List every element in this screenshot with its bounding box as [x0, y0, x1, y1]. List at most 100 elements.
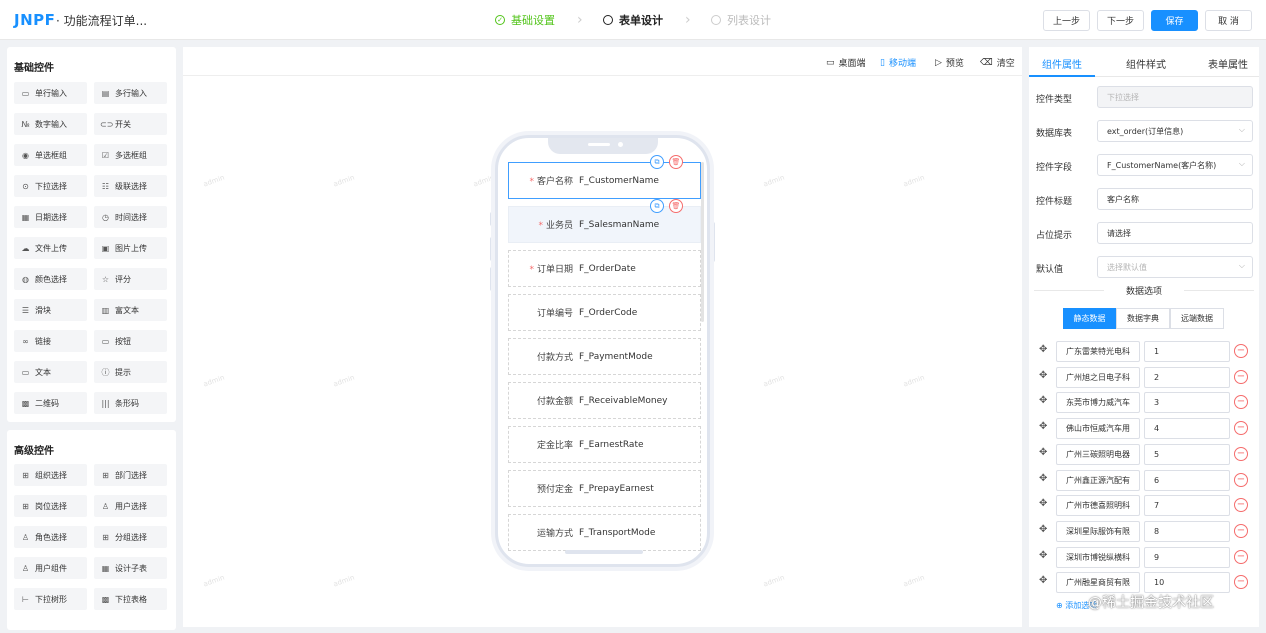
option-value-input[interactable]: 5 [1144, 443, 1230, 465]
data-dictionary-button[interactable]: 数据字典 [1116, 308, 1170, 329]
widget-button[interactable]: ▣ 图片上传 [94, 237, 167, 259]
widget-button[interactable]: ⊞ 岗位选择 [14, 495, 87, 517]
widget-button[interactable]: ▦ 设计子表 [94, 557, 167, 579]
form-field-row[interactable]: 预付定金 F_PrepayEarnest [508, 470, 701, 507]
save-button[interactable]: 保存 [1151, 10, 1198, 31]
widget-button[interactable]: ♙ 用户选择 [94, 495, 167, 517]
widget-button[interactable]: ☑ 多选框组 [94, 144, 167, 166]
static-data-button[interactable]: 静态数据 [1063, 308, 1116, 329]
drag-handle-icon[interactable]: ✥ [1039, 498, 1047, 509]
form-field-row[interactable]: 运输方式 F_TransportMode [508, 514, 701, 551]
remove-option-icon[interactable]: − [1234, 395, 1248, 410]
clear-button[interactable]: ⌫ 清空 [980, 56, 1015, 70]
widget-button[interactable]: ☷ 级联选择 [94, 175, 167, 197]
remote-data-button[interactable]: 远端数据 [1170, 308, 1224, 329]
option-value-input[interactable]: 6 [1144, 469, 1230, 491]
option-value-input[interactable]: 2 [1144, 366, 1230, 388]
widget-button[interactable]: ⊢ 下拉树形 [14, 588, 87, 610]
prop-input[interactable]: ext_order(订单信息) ⌵ [1097, 120, 1253, 142]
widget-button[interactable]: № 数字输入 [14, 113, 87, 135]
option-label-input[interactable]: 佛山市恒威汽车用 [1056, 418, 1140, 440]
prop-input[interactable]: 选择默认值 ⌵ [1097, 256, 1253, 278]
option-value-input[interactable]: 7 [1144, 495, 1230, 517]
prop-input[interactable]: 请选择 [1097, 222, 1253, 244]
widget-button[interactable]: ◉ 单选框组 [14, 144, 87, 166]
widget-button[interactable]: ▤ 多行输入 [94, 82, 167, 104]
remove-option-icon[interactable]: − [1234, 421, 1248, 436]
widget-button[interactable]: ▦ 日期选择 [14, 206, 87, 228]
remove-option-icon[interactable]: − [1234, 446, 1248, 461]
next-step-button[interactable]: 下一步 [1097, 10, 1144, 31]
drag-handle-icon[interactable]: ✥ [1039, 550, 1047, 561]
option-value-input[interactable]: 10 [1144, 572, 1230, 594]
widget-button[interactable]: ▭ 文本 [14, 361, 87, 383]
copy-icon[interactable]: ⧉ [650, 155, 664, 169]
widget-button[interactable]: ⊞ 分组选择 [94, 526, 167, 548]
widget-button[interactable]: ▭ 按钮 [94, 330, 167, 352]
form-field-row[interactable]: 订单编号 F_OrderCode [508, 294, 701, 331]
remove-option-icon[interactable]: − [1234, 472, 1248, 487]
option-value-input[interactable]: 9 [1144, 546, 1230, 568]
option-value-input[interactable]: 4 [1144, 418, 1230, 440]
widget-button[interactable]: ⊞ 组织选择 [14, 464, 87, 486]
desktop-view-button[interactable]: ▭ 桌面端 [826, 56, 866, 70]
form-field-row[interactable]: 付款金额 F_ReceivableMoney [508, 382, 701, 419]
step-form-design[interactable]: 表单设计 [603, 12, 663, 28]
form-field-row[interactable]: * 订单日期 F_OrderDate [508, 250, 701, 287]
copy-icon[interactable]: ⧉ [650, 199, 664, 213]
drag-handle-icon[interactable]: ✥ [1039, 395, 1047, 406]
widget-button[interactable]: ⓘ 提示 [94, 361, 167, 383]
option-label-input[interactable]: 广东雷莱特光电科 [1056, 341, 1140, 362]
option-value-input[interactable]: 8 [1144, 520, 1230, 542]
prop-input[interactable]: F_CustomerName(客户名称) ⌵ [1097, 154, 1253, 176]
widget-button[interactable]: ||| 条形码 [94, 392, 167, 414]
option-label-input[interactable]: 广州三碳照明电器 [1056, 443, 1140, 465]
form-field-row[interactable]: 定金比率 F_EarnestRate [508, 426, 701, 463]
drag-handle-icon[interactable]: ✥ [1039, 473, 1047, 484]
option-label-input[interactable]: 深圳星际服饰有限 [1056, 520, 1140, 542]
remove-option-icon[interactable]: − [1234, 344, 1248, 358]
widget-button[interactable]: ▩ 二维码 [14, 392, 87, 414]
widget-button[interactable]: ⊙ 下拉选择 [14, 175, 87, 197]
widget-button[interactable]: ♙ 用户组件 [14, 557, 87, 579]
option-label-input[interactable]: 东莞市博力威汽车 [1056, 392, 1140, 414]
drag-handle-icon[interactable]: ✥ [1039, 447, 1047, 458]
option-label-input[interactable]: 广州融星商贸有限 [1056, 572, 1140, 594]
remove-option-icon[interactable]: − [1234, 369, 1248, 384]
remove-option-icon[interactable]: − [1234, 575, 1248, 590]
prev-step-button[interactable]: 上一步 [1043, 10, 1090, 31]
drag-handle-icon[interactable]: ✥ [1039, 370, 1047, 381]
step-basic-settings[interactable]: ✓ 基础设置 [495, 12, 555, 28]
cancel-button[interactable]: 取 消 [1205, 10, 1252, 31]
widget-button[interactable]: ◍ 颜色选择 [14, 268, 87, 290]
delete-icon[interactable]: 🗑 [669, 155, 683, 169]
tab-component-style[interactable]: 组件样式 [1126, 56, 1166, 71]
drag-handle-icon[interactable]: ✥ [1039, 421, 1047, 432]
delete-icon[interactable]: 🗑 [669, 199, 683, 213]
widget-button[interactable]: ♙ 角色选择 [14, 526, 87, 548]
widget-button[interactable]: ∞ 链接 [14, 330, 87, 352]
widget-button[interactable]: ▩ 下拉表格 [94, 588, 167, 610]
option-label-input[interactable]: 广州鑫正源汽配有 [1056, 469, 1140, 491]
widget-button[interactable]: ▭ 单行输入 [14, 82, 87, 104]
remove-option-icon[interactable]: − [1234, 498, 1248, 513]
widget-button[interactable]: ◷ 时间选择 [94, 206, 167, 228]
option-label-input[interactable]: 深圳市博锐纵横科 [1056, 546, 1140, 568]
widget-button[interactable]: ☆ 评分 [94, 268, 167, 290]
preview-button[interactable]: ▷ 预览 [935, 56, 964, 70]
form-field-row[interactable]: 付款方式 F_PaymentMode [508, 338, 701, 375]
tab-form-props[interactable]: 表单属性 [1208, 56, 1248, 71]
prop-input[interactable]: 客户名称 [1097, 188, 1253, 210]
drag-handle-icon[interactable]: ✥ [1039, 344, 1047, 355]
drag-handle-icon[interactable]: ✥ [1039, 575, 1047, 586]
widget-button[interactable]: ☁ 文件上传 [14, 237, 87, 259]
tab-component-props[interactable]: 组件属性 [1042, 56, 1082, 71]
option-label-input[interactable]: 广州市德喜照明科 [1056, 495, 1140, 517]
widget-button[interactable]: ⊂⊃ 开关 [94, 113, 167, 135]
drag-handle-icon[interactable]: ✥ [1039, 524, 1047, 535]
step-list-design[interactable]: 列表设计 [711, 12, 771, 28]
option-value-input[interactable]: 3 [1144, 392, 1230, 414]
widget-button[interactable]: ⊞ 部门选择 [94, 464, 167, 486]
scrollbar[interactable] [701, 162, 704, 322]
option-value-input[interactable]: 1 [1144, 341, 1230, 362]
